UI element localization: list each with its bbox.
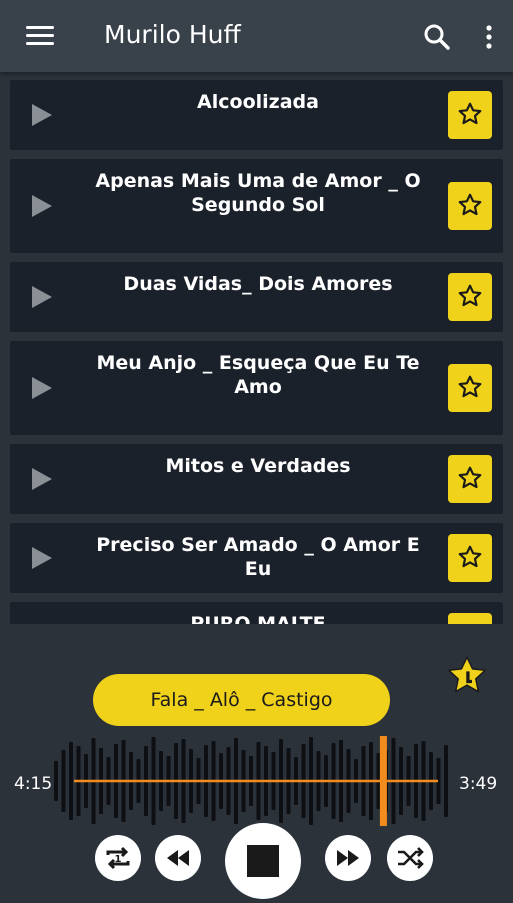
next-button[interactable] [325,835,371,881]
star-icon [458,466,482,489]
favorite-button[interactable] [448,91,492,139]
stop-button[interactable] [225,823,301,899]
waveform-seekbar[interactable] [52,736,458,826]
waveform-bar [444,745,448,817]
star-icon [448,656,486,693]
song-row[interactable]: Meu Anjo _ Esqueça Que Eu Te Amo [10,341,503,435]
menu-icon[interactable] [26,26,54,46]
song-row[interactable]: Duas Vidas_ Dois Amores [10,262,503,332]
play-icon[interactable] [32,547,52,569]
waveform-bar [61,750,66,812]
search-icon[interactable] [422,22,452,52]
play-icon[interactable] [32,377,52,399]
song-row[interactable]: Alcoolizada [10,80,503,150]
star-icon [458,102,482,125]
song-title: Meu Anjo _ Esqueça Que Eu Te Amo [96,352,420,398]
song-row[interactable]: Apenas Mais Uma de Amor _ O Segundo Sol [10,159,503,253]
stop-icon [225,823,301,899]
repeat-button[interactable]: 1 [95,835,141,881]
favorite-current-button[interactable] [444,654,490,702]
song-title: Duas Vidas_ Dois Amores [123,273,393,295]
shuffle-icon [387,835,433,881]
song-row[interactable]: Mitos e Verdades [10,444,503,514]
repeat-one-icon: 1 [95,835,141,881]
song-title: Apenas Mais Uma de Amor _ O Segundo Sol [95,170,421,216]
remaining-time: 3:49 [459,774,498,794]
player-panel: Fala _ Alô _ Castigo 4:15 3:49 1 [0,624,513,900]
song-title: Alcoolizada [197,91,319,113]
shuffle-button[interactable] [387,835,433,881]
song-title: Preciso Ser Amado _ O Amor E Eu [96,534,420,580]
favorite-button[interactable] [448,455,492,503]
song-row[interactable]: Preciso Ser Amado _ O Amor E Eu [10,523,503,593]
elapsed-time: 4:15 [14,774,53,794]
rewind-icon [155,835,201,881]
star-icon [458,284,482,307]
play-icon[interactable] [32,104,52,126]
previous-button[interactable] [155,835,201,881]
seek-thumb[interactable] [379,736,387,826]
waveform-bar [54,761,58,801]
song-row[interactable]: PURO MALTE [10,602,503,624]
page-title: Murilo Huff [104,20,241,49]
favorite-button[interactable] [448,613,492,624]
app-bar: Murilo Huff [0,0,513,72]
star-icon [458,545,482,568]
star-icon [458,193,482,216]
fast-forward-icon [325,835,371,881]
favorite-button[interactable] [448,534,492,582]
favorite-button[interactable] [448,364,492,412]
svg-text:1: 1 [115,854,122,865]
now-playing-title[interactable]: Fala _ Alô _ Castigo [93,674,390,726]
more-vert-icon[interactable] [484,22,494,52]
favorite-button[interactable] [448,182,492,230]
play-icon[interactable] [32,195,52,217]
favorite-button[interactable] [448,273,492,321]
waveform-bar [69,742,73,820]
star-icon [458,375,482,398]
song-title: PURO MALTE [190,613,326,624]
play-icon[interactable] [32,468,52,490]
song-list: Alcoolizada Apenas Mais Uma de Amor _ O … [0,72,513,624]
song-title: Mitos e Verdades [165,455,351,477]
play-icon[interactable] [32,286,52,308]
